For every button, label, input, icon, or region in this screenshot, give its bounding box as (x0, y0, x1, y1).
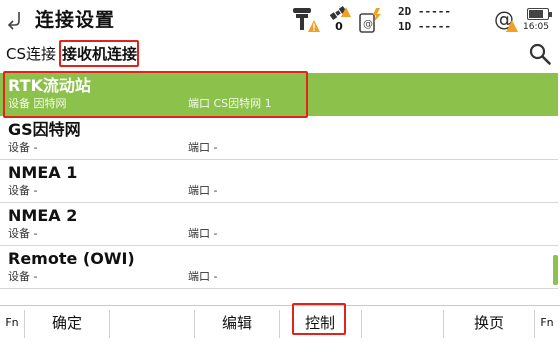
edit-button[interactable]: 编辑 (195, 306, 279, 342)
svg-text:@: @ (363, 19, 373, 30)
connection-device: 设备 - (8, 184, 38, 197)
connection-device: 设备 - (8, 141, 38, 154)
receiver-antenna-warning-icon[interactable] (287, 6, 321, 34)
radio-link-icon[interactable]: @ (358, 6, 384, 34)
battery-level (529, 10, 544, 18)
highlight-control-button (292, 303, 346, 335)
connection-device: 设备 - (8, 227, 38, 240)
fn-right-key[interactable]: Fn (535, 306, 559, 342)
page-title: 连接设置 (35, 9, 116, 31)
list-item[interactable]: NMEA 1 设备 - 端口 - (0, 160, 558, 203)
connection-name: GS因特网 (8, 120, 81, 139)
scrollbar[interactable] (553, 255, 558, 285)
search-icon[interactable] (528, 42, 552, 66)
connection-name: NMEA 2 (8, 206, 78, 225)
position-1d-status: 1D ----- (398, 20, 451, 33)
connection-device: 设备 - (8, 270, 38, 283)
clock: 16:05 (523, 22, 549, 32)
empty-f5-button[interactable] (362, 306, 442, 342)
position-2d-status: 2D ----- (398, 5, 451, 18)
connection-name: Remote (OWI) (8, 249, 135, 268)
battery-tip (549, 12, 552, 17)
connection-name: NMEA 1 (8, 163, 78, 182)
function-key-bar: Fn 确定 编辑 控制 换页 Fn (0, 305, 560, 342)
connection-port: 端口 - (188, 141, 218, 154)
list-item[interactable]: NMEA 2 设备 - 端口 - (0, 203, 558, 246)
connection-port: 端口 - (188, 184, 218, 197)
empty-f2-button[interactable] (110, 306, 194, 342)
ok-button[interactable]: 确定 (25, 306, 109, 342)
tab-cs-connection[interactable]: CS连接 (6, 40, 56, 68)
next-page-button[interactable]: 换页 (444, 306, 534, 342)
at-warning-icon[interactable]: @ (493, 6, 519, 34)
list-item[interactable]: Remote (OWI) 设备 - 端口 - (0, 246, 558, 289)
title-bar: 连接设置 0 @ 2D ----- 1D ----- @ 16:05 (0, 0, 560, 40)
highlight-receiver-tab (59, 40, 139, 67)
fn-left-key[interactable]: Fn (0, 306, 24, 342)
satellite-count: 0 (335, 20, 343, 33)
connection-port: 端口 - (188, 227, 218, 240)
list-item[interactable]: GS因特网 设备 - 端口 - (0, 117, 558, 160)
connection-port: 端口 - (188, 270, 218, 283)
battery-icon (527, 8, 549, 20)
back-arrow-icon[interactable] (4, 8, 26, 30)
highlight-rtk-row (3, 71, 308, 118)
